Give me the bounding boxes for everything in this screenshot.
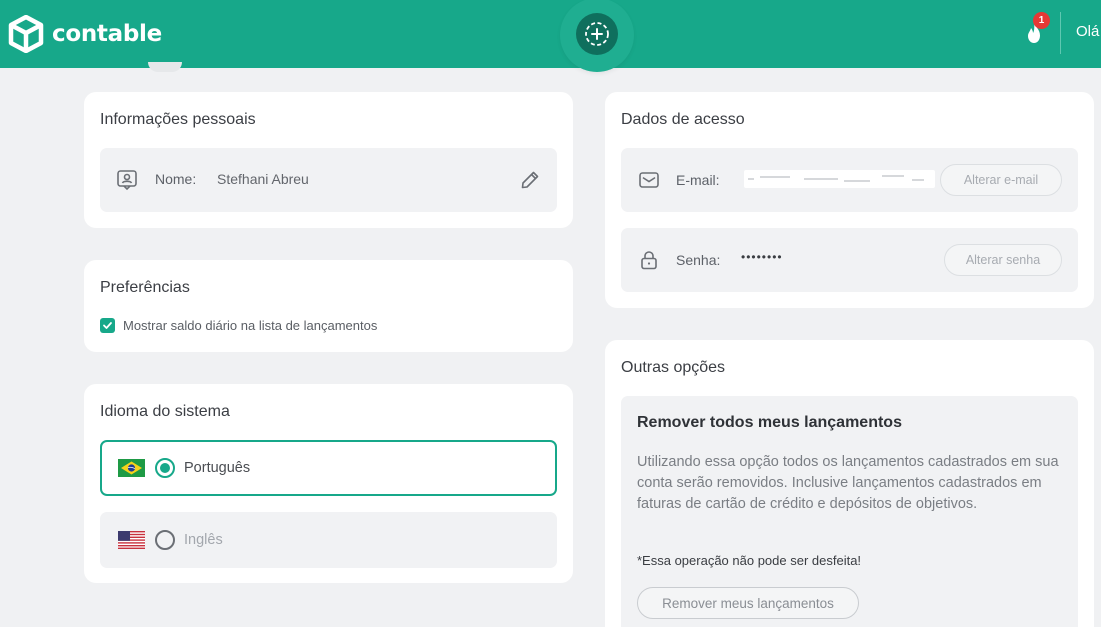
daily-balance-label[interactable]: Mostrar saldo diário na lista de lançame…	[123, 318, 377, 333]
user-card-icon	[117, 170, 137, 191]
brazil-flag-icon	[118, 459, 145, 477]
password-value: ••••••••	[741, 250, 783, 264]
password-label: Senha:	[676, 252, 721, 268]
english-label: Inglês	[184, 532, 223, 548]
remove-transactions-description: Utilizando essa opção todos os lançament…	[637, 454, 1059, 512]
email-label: E-mail:	[676, 172, 720, 188]
personal-info-title: Informações pessoais	[100, 111, 256, 128]
personal-info-card: Informações pessoais Nome: Stefhani Abre…	[84, 92, 573, 228]
password-row: Senha: •••••••• Alterar senha	[621, 228, 1078, 292]
preferences-title: Preferências	[100, 279, 190, 296]
language-option-portuguese[interactable]: Português	[100, 440, 557, 496]
notification-badge: 1	[1033, 12, 1050, 29]
email-value-redacted	[744, 170, 935, 188]
daily-balance-checkbox[interactable]	[100, 318, 115, 333]
fab-shadow	[148, 62, 182, 72]
language-card: Idioma do sistema Português Inglês	[84, 384, 573, 583]
access-data-card: Dados de acesso E-mail: Alterar e-mail S…	[605, 92, 1094, 308]
remove-transactions-button[interactable]: Remover meus lançamentos	[637, 587, 859, 619]
header-divider	[1060, 12, 1061, 54]
brand-name: contable	[52, 21, 162, 47]
remove-transactions-title: Remover todos meus lançamentos	[637, 414, 902, 431]
box-logo-icon	[8, 15, 44, 53]
remove-transactions-panel: Remover todos meus lançamentos Utilizand…	[621, 396, 1078, 627]
top-bar: contable 1 Olá	[0, 0, 1101, 72]
user-greeting[interactable]: Olá	[1076, 23, 1099, 40]
lock-icon	[641, 251, 657, 270]
irreversible-warning: *Essa operação não pode ser desfeita!	[637, 553, 862, 568]
usa-flag-icon	[118, 531, 145, 549]
change-password-button[interactable]: Alterar senha	[944, 244, 1062, 276]
portuguese-radio[interactable]	[155, 458, 175, 478]
other-options-card: Outras opções Remover todos meus lançame…	[605, 340, 1094, 627]
logo[interactable]: contable	[8, 14, 162, 54]
name-row: Nome: Stefhani Abreu	[100, 148, 557, 212]
english-radio[interactable]	[155, 530, 175, 550]
add-transaction-button[interactable]	[576, 13, 618, 55]
envelope-icon	[639, 172, 659, 188]
other-options-title: Outras opções	[621, 359, 726, 376]
change-email-button[interactable]: Alterar e-mail	[940, 164, 1062, 196]
portuguese-label: Português	[184, 460, 251, 476]
name-value: Stefhani Abreu	[217, 171, 309, 187]
access-data-title: Dados de acesso	[621, 111, 745, 128]
language-title: Idioma do sistema	[100, 403, 230, 420]
checkmark-icon	[103, 322, 112, 329]
preferences-card: Preferências Mostrar saldo diário na lis…	[84, 260, 573, 352]
edit-pencil-icon[interactable]	[520, 170, 540, 190]
name-label: Nome:	[155, 171, 197, 187]
language-option-english[interactable]: Inglês	[100, 512, 557, 568]
add-circle-icon	[585, 22, 609, 46]
